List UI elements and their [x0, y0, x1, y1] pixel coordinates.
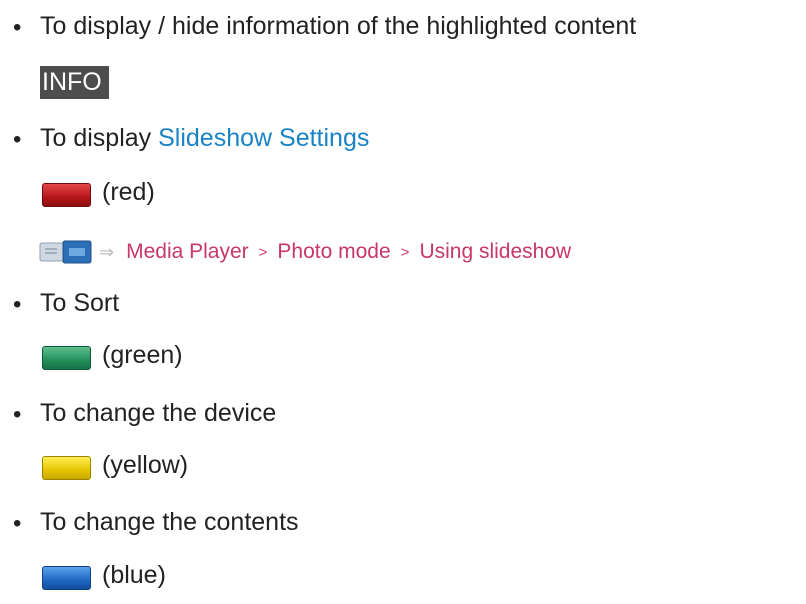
bullet: •	[13, 510, 22, 537]
bullet: •	[13, 401, 22, 428]
reference-link-photo-mode[interactable]: Photo mode	[277, 240, 390, 264]
bullet: •	[13, 291, 22, 318]
item-change-device: To change the device	[40, 399, 277, 427]
item-change-contents: To change the contents	[40, 508, 299, 536]
bullet: •	[13, 126, 22, 153]
reference-separator: >	[400, 243, 410, 261]
item-text-prefix: To display	[40, 124, 159, 152]
item-sort: To Sort	[40, 289, 120, 317]
green-key-label: (green)	[102, 341, 183, 369]
reference-separator: >	[258, 243, 268, 261]
reference-link-media-player[interactable]: Media Player	[126, 240, 249, 264]
info-key-label: INFO	[42, 68, 102, 96]
blue-key-icon	[42, 566, 91, 590]
yellow-key-label: (yellow)	[102, 451, 189, 479]
yellow-key-icon	[42, 456, 91, 480]
bullet: •	[13, 14, 22, 41]
reference-arrow-icon: ⇒	[99, 241, 115, 262]
red-key-label: (red)	[102, 178, 155, 206]
item-display-hide-info: To display / hide information of the hig…	[40, 12, 637, 40]
slideshow-settings-link[interactable]: Slideshow Settings	[158, 124, 369, 152]
reference-link-using-slideshow[interactable]: Using slideshow	[419, 240, 571, 264]
blue-key-label: (blue)	[102, 561, 166, 589]
item-display-slideshow-settings: To display Slideshow Settings	[40, 124, 369, 153]
green-key-icon	[42, 346, 91, 370]
red-key-icon	[42, 183, 91, 207]
info-key-badge: INFO	[40, 66, 109, 99]
reference-path: ⇒ Media Player > Photo mode > Using slid…	[39, 237, 571, 267]
emanual-reference-icon	[39, 240, 92, 264]
